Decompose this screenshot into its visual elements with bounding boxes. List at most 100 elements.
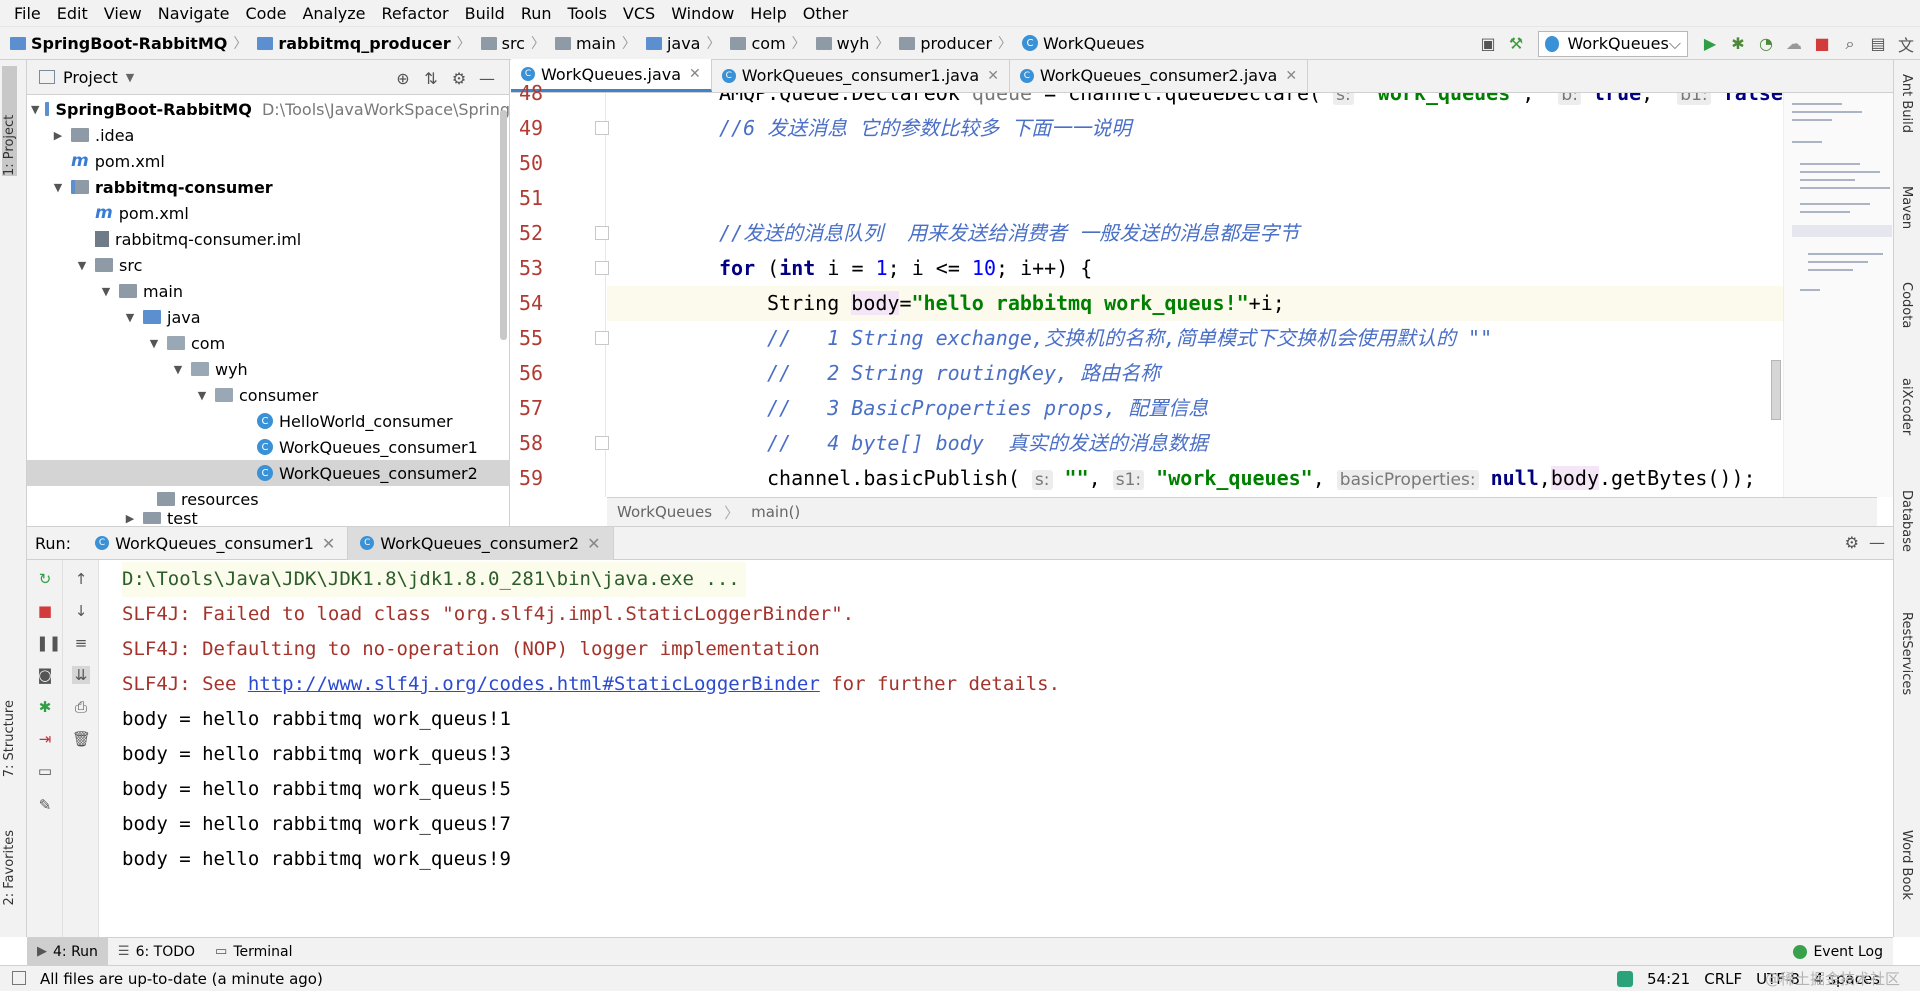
console-output[interactable]: D:\Tools\Java\JDK\JDK1.8\jdk1.8.0_281\bi… <box>122 560 1882 938</box>
code-minimap[interactable] <box>1783 93 1893 497</box>
tree-item-root[interactable]: ▼ SpringBoot-RabbitMQ D:\Tools\JavaWorkS… <box>27 96 541 122</box>
console-link[interactable]: http://www.slf4j.org/codes.html#StaticLo… <box>248 673 820 695</box>
menu-code[interactable]: Code <box>238 0 295 27</box>
tree-item-main[interactable]: ▼ main <box>27 278 510 304</box>
tool-tab-maven[interactable]: Maven <box>1899 186 1914 229</box>
menu-refactor[interactable]: Refactor <box>374 0 457 27</box>
menu-window[interactable]: Window <box>663 0 742 27</box>
tool-tab-aixcoder[interactable]: aiXcoder <box>1899 378 1914 435</box>
menu-analyze[interactable]: Analyze <box>294 0 373 27</box>
tool-tab-word-book[interactable]: Word Book <box>1899 830 1914 900</box>
line-separator[interactable]: CRLF <box>1704 970 1742 988</box>
crumb-class[interactable]: WorkQueues <box>617 503 712 521</box>
tree-item-src[interactable]: ▼ src <box>27 252 510 278</box>
tab-workqueues-consumer1[interactable]: C WorkQueues_consumer1.java ✕ <box>712 59 1010 92</box>
chevron-down-icon[interactable]: ▼ <box>147 337 161 350</box>
minimize-icon[interactable]: — <box>1869 533 1885 552</box>
menu-vcs[interactable]: VCS <box>615 0 663 27</box>
build-hammer-icon[interactable]: ⚒ <box>1502 30 1530 58</box>
tree-item-test[interactable]: ▶ test <box>27 512 510 526</box>
gear-icon[interactable]: ⚙ <box>445 64 473 92</box>
arrow-down-icon[interactable]: ↓ <box>72 602 90 620</box>
chevron-down-icon[interactable]: ▼ <box>171 363 185 376</box>
crumb-method[interactable]: main() <box>751 503 800 521</box>
trash-icon[interactable]: 🗑 <box>72 730 91 748</box>
coverage-icon[interactable]: ◔ <box>1752 30 1780 58</box>
menu-tools[interactable]: Tools <box>560 0 615 27</box>
scroll-to-end-icon[interactable]: ⇊ <box>72 666 90 684</box>
event-log-button[interactable]: Event Log <box>1793 938 1883 966</box>
tool-tab-terminal[interactable]: ▭ Terminal <box>205 938 302 966</box>
breadcrumb-producer[interactable]: producer 〉 <box>899 33 1018 53</box>
search-icon[interactable]: ⌕ <box>1836 30 1864 58</box>
breadcrumb-java[interactable]: java 〉 <box>645 33 727 53</box>
tree-item-consumer1[interactable]: C WorkQueues_consumer1 <box>27 434 510 460</box>
tool-tab-todo[interactable]: ☰ 6: TODO <box>108 938 205 966</box>
menu-run[interactable]: Run <box>513 0 560 27</box>
debug-bug-icon[interactable]: ✱ <box>1724 30 1752 58</box>
tool-tab-structure[interactable]: 7: Structure <box>2 700 17 777</box>
collapse-all-icon[interactable]: ⇅ <box>417 64 445 92</box>
tool-tab-restservices[interactable]: RestServices <box>1899 612 1914 695</box>
tree-item-consumer2[interactable]: C WorkQueues_consumer2 <box>27 460 510 486</box>
menu-file[interactable]: File <box>6 0 49 27</box>
project-view-select[interactable]: Project <box>63 68 118 87</box>
breadcrumb-wyh[interactable]: wyh 〉 <box>815 33 896 53</box>
print-icon[interactable]: ⎙ <box>72 698 90 716</box>
tool-tab-favorites[interactable]: 2: Favorites <box>2 830 17 906</box>
stop-icon[interactable]: ■ <box>1808 30 1836 58</box>
chevron-down-icon[interactable]: ▼ <box>126 71 134 84</box>
breadcrumb-project[interactable]: SpringBoot-RabbitMQ 〉 <box>10 33 253 53</box>
breadcrumb-module[interactable]: rabbitmq_producer 〉 <box>257 33 476 53</box>
tree-item-java[interactable]: ▼ java <box>27 304 510 330</box>
tree-item-com[interactable]: ▼ com <box>27 330 510 356</box>
chevron-down-icon[interactable]: ▼ <box>195 389 209 402</box>
exit-icon[interactable]: ⇥ <box>36 730 54 748</box>
tool-tab-run[interactable]: ▶ 4: Run <box>27 937 108 966</box>
tool-tab-ant-build[interactable]: Ant Build <box>1899 74 1914 133</box>
locate-target-icon[interactable]: ⊕ <box>389 64 417 92</box>
translate-icon[interactable]: 文 <box>1892 30 1920 58</box>
run-icon[interactable]: ▶ <box>1696 30 1724 58</box>
breadcrumb-src[interactable]: src 〉 <box>480 33 551 53</box>
project-scrollbar[interactable] <box>500 110 507 340</box>
menu-navigate[interactable]: Navigate <box>150 0 238 27</box>
layout-icon[interactable]: ▭ <box>36 762 54 780</box>
chevron-right-icon[interactable]: ▶ <box>123 512 137 526</box>
menu-view[interactable]: View <box>96 0 150 27</box>
close-icon[interactable]: ✕ <box>689 66 701 82</box>
tool-tab-codota[interactable]: Codota <box>1899 282 1914 328</box>
pause-icon[interactable]: ❚❚ <box>36 634 61 652</box>
codota-status-icon[interactable] <box>1617 971 1633 987</box>
tool-tab-database[interactable]: Database <box>1899 490 1914 552</box>
run-tab-consumer1[interactable]: C WorkQueues_consumer1 ✕ <box>83 526 349 560</box>
breadcrumb-main[interactable]: main 〉 <box>554 33 642 53</box>
project-structure-icon[interactable]: ▣ <box>1474 30 1502 58</box>
breadcrumb-class[interactable]: C WorkQueues <box>1022 34 1144 53</box>
gear-icon[interactable]: ⚙ <box>1845 533 1859 552</box>
breadcrumb-com[interactable]: com 〉 <box>730 33 811 53</box>
project-settings-icon[interactable]: ▤ <box>1864 30 1892 58</box>
close-icon[interactable]: ✕ <box>322 534 335 553</box>
menu-edit[interactable]: Edit <box>49 0 96 27</box>
pin-icon[interactable]: ✎ <box>36 796 54 814</box>
tree-item-consumer-pkg[interactable]: ▼ consumer <box>27 382 510 408</box>
minimize-icon[interactable]: — <box>473 64 501 92</box>
profile-icon[interactable]: ☁ <box>1780 30 1808 58</box>
chevron-right-icon[interactable]: ▶ <box>51 129 65 142</box>
debug-icon[interactable]: ✱ <box>36 698 54 716</box>
chevron-down-icon[interactable]: ▼ <box>31 103 39 116</box>
caret-position[interactable]: 54:21 <box>1647 970 1690 988</box>
tree-item-resources[interactable]: resources <box>27 486 510 512</box>
tree-item-pom[interactable]: m pom.xml <box>27 148 510 174</box>
tree-item-iml[interactable]: rabbitmq-consumer.iml <box>27 226 510 252</box>
close-icon[interactable]: ✕ <box>987 68 999 84</box>
chevron-down-icon[interactable]: ▼ <box>123 311 137 324</box>
camera-icon[interactable]: ◙ <box>36 666 54 684</box>
menu-build[interactable]: Build <box>457 0 513 27</box>
rerun-icon[interactable]: ↻ <box>36 570 54 588</box>
tool-tab-project[interactable]: 1: Project <box>2 66 17 176</box>
close-icon[interactable]: ✕ <box>587 534 600 553</box>
menu-help[interactable]: Help <box>742 0 794 27</box>
tree-item-wyh[interactable]: ▼ wyh <box>27 356 510 382</box>
